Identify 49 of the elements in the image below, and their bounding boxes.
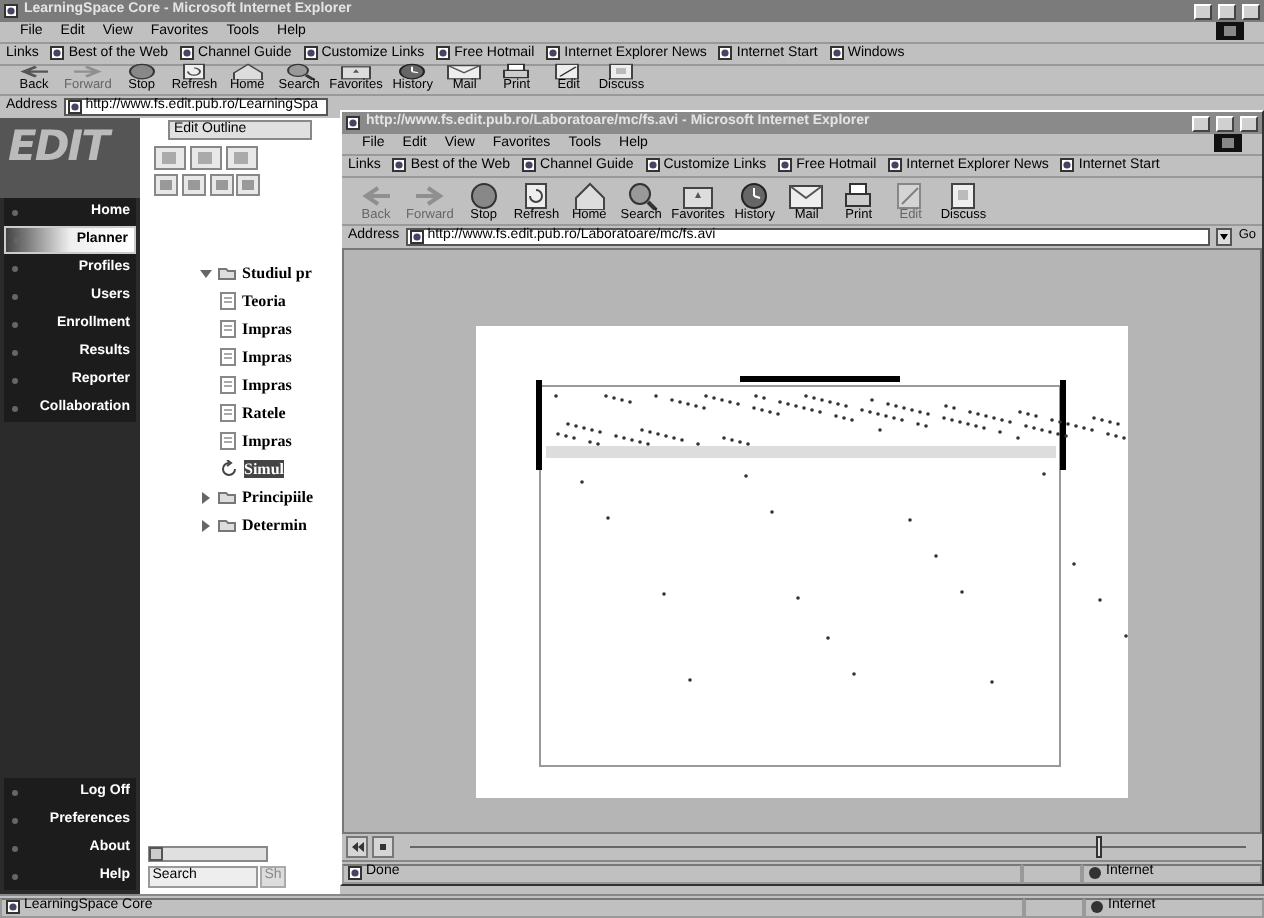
page-globe-icon [436, 46, 451, 61]
rewind-button[interactable] [346, 836, 368, 858]
page-globe-icon [6, 900, 20, 914]
page-globe-icon [522, 158, 537, 173]
page-globe-icon [392, 158, 407, 173]
maximize-button[interactable] [1216, 115, 1234, 131]
page-globe-icon [67, 100, 82, 114]
page-globe-icon [346, 116, 360, 130]
mail-icon [784, 179, 829, 209]
maximize-button[interactable] [1218, 3, 1236, 19]
tree-item[interactable]: Ratele [200, 399, 340, 427]
minimize-button[interactable] [1194, 3, 1212, 19]
page-globe-icon [645, 158, 660, 173]
tree-item[interactable]: Impras [200, 427, 340, 455]
globe-icon [1090, 900, 1104, 914]
tree-item[interactable]: Principiile [200, 483, 340, 511]
page-globe-icon [546, 46, 561, 61]
page-globe-icon [4, 4, 18, 18]
page-globe-icon [718, 46, 733, 61]
collapsed-triangle-icon[interactable] [200, 491, 212, 503]
page-globe-icon [303, 46, 318, 61]
expanded-triangle-icon[interactable] [200, 267, 212, 279]
page-globe-icon [778, 158, 793, 173]
close-button[interactable] [1240, 115, 1258, 131]
tree-item[interactable]: Simul [200, 455, 340, 483]
tree-item[interactable]: Teoria [200, 287, 340, 315]
collapsed-triangle-icon[interactable] [200, 519, 212, 531]
page-globe-icon [50, 46, 65, 61]
minimize-button[interactable] [1192, 115, 1210, 131]
slider-thumb[interactable] [1095, 836, 1102, 858]
stop-button[interactable] [372, 836, 394, 858]
page-globe-icon [409, 230, 424, 244]
close-button[interactable] [1242, 3, 1260, 19]
page-globe-icon [829, 46, 844, 61]
circular-arrows-icon [220, 460, 238, 478]
page-globe-icon [1060, 158, 1075, 173]
tree-item[interactable]: Studiul pr [200, 259, 340, 287]
tree-item[interactable]: Impras [200, 343, 340, 371]
tree-item[interactable]: Determin [200, 511, 340, 539]
globe-icon [1088, 866, 1102, 880]
windows-flag-icon [1216, 22, 1244, 41]
page-globe-icon [348, 866, 362, 880]
horizontal-scrollbar[interactable] [147, 846, 267, 863]
tree-item[interactable]: Impras [200, 315, 340, 343]
tree-item[interactable]: Impras [200, 371, 340, 399]
logo-text: EDIT [0, 118, 140, 198]
dropdown-arrow-icon[interactable] [1216, 228, 1233, 246]
page-globe-icon [888, 158, 903, 173]
page-globe-icon [180, 46, 195, 61]
